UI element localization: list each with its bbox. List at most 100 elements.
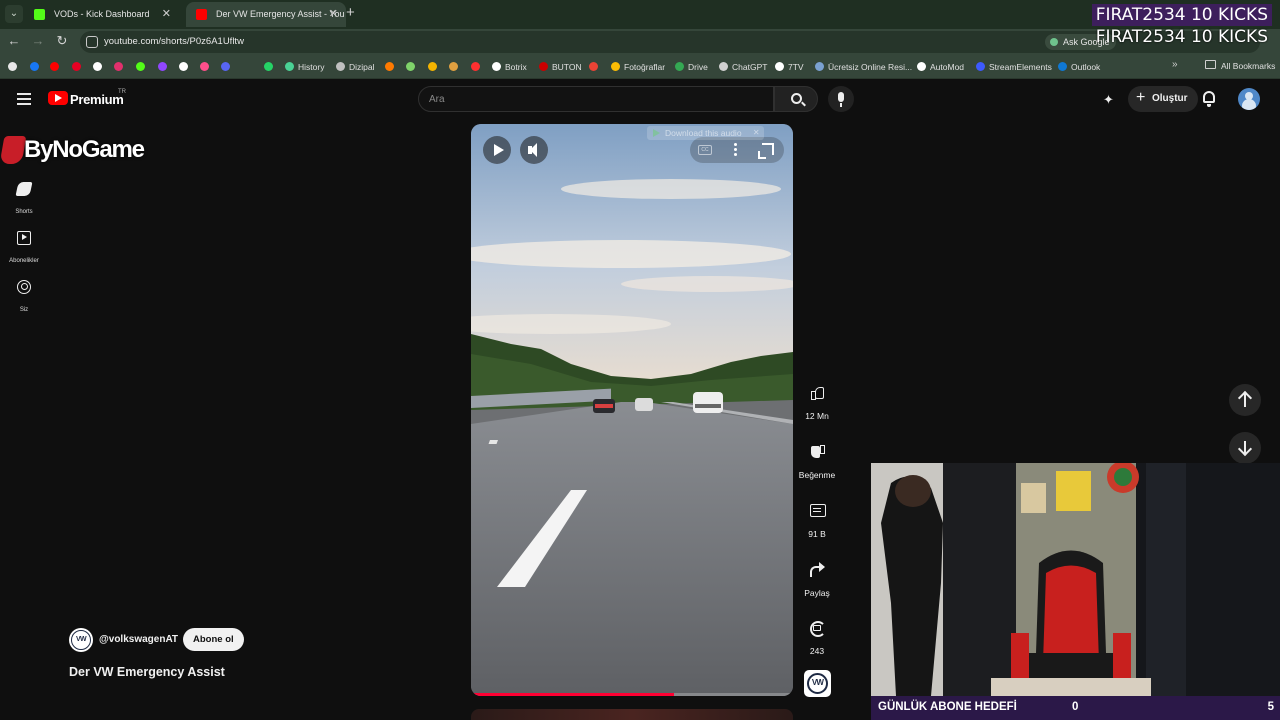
bookmark-item[interactable] [200, 60, 213, 74]
bookmark-favicon-icon [917, 62, 926, 71]
bookmark-item[interactable] [449, 60, 462, 74]
kick-favicon-icon [34, 9, 45, 20]
bookmark-item[interactable] [114, 60, 127, 74]
bookmark-item[interactable]: Botrix [492, 60, 527, 74]
bookmark-item[interactable] [406, 60, 419, 74]
tab-search-button[interactable]: ⌄ [5, 5, 23, 23]
bookmark-item[interactable]: Outlook [1058, 60, 1100, 74]
bookmark-item[interactable] [50, 60, 63, 74]
sidebar-item-shorts[interactable]: Shorts [4, 182, 44, 218]
back-icon[interactable]: ← [6, 33, 22, 48]
comment-action[interactable]: 91 B [797, 496, 837, 539]
bookmark-label: 7TV [788, 62, 804, 72]
more-options-icon[interactable] [734, 143, 737, 157]
shorts-icon [15, 182, 33, 196]
subscribe-button[interactable]: Abone ol [183, 628, 244, 651]
url-text[interactable]: youtube.com/shorts/P0z6A1Ufltw [104, 36, 244, 47]
voice-search-mic-icon[interactable] [828, 86, 854, 112]
bookmark-item[interactable] [93, 60, 106, 74]
youtube-logo-icon[interactable] [48, 91, 68, 105]
youtube-header: Premium TR Ara ✦ Oluştur [0, 80, 1280, 120]
search-input[interactable]: Ara [418, 86, 774, 112]
forward-icon[interactable]: → [30, 33, 46, 48]
previous-short-button[interactable] [1229, 384, 1261, 416]
progress-fill [471, 693, 674, 696]
dislike-action[interactable]: Beğenme [797, 437, 837, 480]
search-button[interactable] [774, 86, 818, 112]
video-title[interactable]: Der VW Emergency Assist [69, 665, 225, 679]
menu-icon[interactable] [17, 93, 31, 105]
remix-action[interactable]: 243 [797, 613, 837, 656]
bookmark-item[interactable] [264, 60, 277, 74]
bookmark-item[interactable]: StreamElements [976, 60, 1052, 74]
thumbs-down-icon[interactable] [802, 437, 832, 467]
remix-count: 243 [809, 646, 825, 656]
bookmark-item[interactable]: Ücretsiz Online Resi... [815, 60, 912, 74]
bookmark-item[interactable] [72, 60, 85, 74]
bookmark-item[interactable] [221, 60, 234, 74]
share-action[interactable]: Paylaş [797, 555, 837, 598]
sidebar-item-subscriptions[interactable]: Abonelikler [4, 231, 44, 267]
bookmark-favicon-icon [30, 62, 39, 71]
gemini-icon[interactable]: ✦ [1103, 92, 1114, 108]
sidebar-item-you[interactable]: Siz [4, 280, 44, 316]
tab-title: Der VW Emergency Assist - You [216, 9, 345, 19]
fullscreen-icon[interactable] [758, 143, 774, 159]
next-short-preview[interactable] [471, 709, 793, 720]
share-icon[interactable] [802, 555, 832, 585]
bookmark-item[interactable] [158, 60, 171, 74]
play-button[interactable] [483, 136, 511, 164]
search-placeholder: Ara [429, 94, 445, 105]
bookmark-item[interactable]: Dizipal [336, 60, 375, 74]
captions-icon[interactable]: CC [698, 145, 712, 155]
thumbs-up-icon[interactable] [802, 378, 832, 408]
omnibox[interactable]: youtube.com/shorts/P0z6A1Ufltw Ask Googl… [80, 31, 1260, 53]
bookmark-item[interactable]: 7TV [775, 60, 804, 74]
bookmark-favicon-icon [336, 62, 345, 71]
bookmark-item[interactable]: History [285, 60, 324, 74]
remix-icon[interactable] [802, 613, 832, 643]
bookmark-item[interactable] [8, 60, 21, 74]
you-icon [17, 280, 31, 294]
bookmark-item[interactable] [136, 60, 149, 74]
bookmark-item[interactable] [30, 60, 43, 74]
account-avatar[interactable] [1238, 88, 1260, 110]
like-action[interactable]: 12 Mn [797, 378, 837, 421]
new-tab-button[interactable]: + [346, 4, 355, 21]
audio-source-avatar[interactable] [804, 670, 831, 697]
channel-name[interactable]: @volkswagenAT [99, 634, 178, 645]
close-tab-icon[interactable]: ✕ [329, 2, 338, 27]
bookmark-item[interactable] [471, 60, 484, 74]
create-button[interactable]: Oluştur [1128, 85, 1198, 112]
channel-avatar[interactable] [69, 628, 93, 652]
shorts-player[interactable]: CC Download this audio ✕ [471, 124, 793, 696]
all-bookmarks-button[interactable]: All Bookmarks [1205, 60, 1275, 71]
tab-kick-dashboard[interactable]: VODs - Kick Dashboard ✕ [24, 2, 179, 27]
tab-youtube-short[interactable]: Der VW Emergency Assist - You ✕ [186, 2, 346, 27]
comment-icon[interactable] [802, 496, 832, 526]
subscriptions-icon [17, 231, 31, 245]
close-tab-icon[interactable]: ✕ [162, 2, 171, 27]
bookmark-item[interactable]: BUTON [539, 60, 582, 74]
volume-button[interactable] [520, 136, 548, 164]
bookmark-item[interactable] [179, 60, 192, 74]
download-audio-button[interactable]: Download this audio ✕ [647, 126, 764, 140]
close-icon[interactable]: ✕ [753, 126, 760, 140]
bookmark-item[interactable] [589, 60, 602, 74]
progress-bar[interactable] [471, 693, 793, 696]
bookmark-label: AutoMod [930, 62, 965, 72]
bookmark-item[interactable]: Fotoğraflar [611, 60, 665, 74]
reload-icon[interactable]: ↻ [54, 33, 70, 49]
next-short-button[interactable] [1229, 432, 1261, 464]
sidebar-item-label: Siz [19, 307, 29, 313]
notifications-bell-icon[interactable] [1203, 91, 1215, 107]
youtube-brand[interactable]: Premium [70, 92, 124, 107]
more-bookmarks-icon[interactable]: » [1172, 59, 1178, 70]
bookmark-favicon-icon [93, 62, 102, 71]
bookmark-item[interactable] [385, 60, 398, 74]
bookmark-item[interactable]: ChatGPT [719, 60, 767, 74]
bookmark-item[interactable] [428, 60, 441, 74]
bookmark-item[interactable]: Drive [675, 60, 708, 74]
site-info-icon[interactable] [86, 36, 98, 48]
bookmark-item[interactable]: AutoMod [917, 60, 964, 74]
